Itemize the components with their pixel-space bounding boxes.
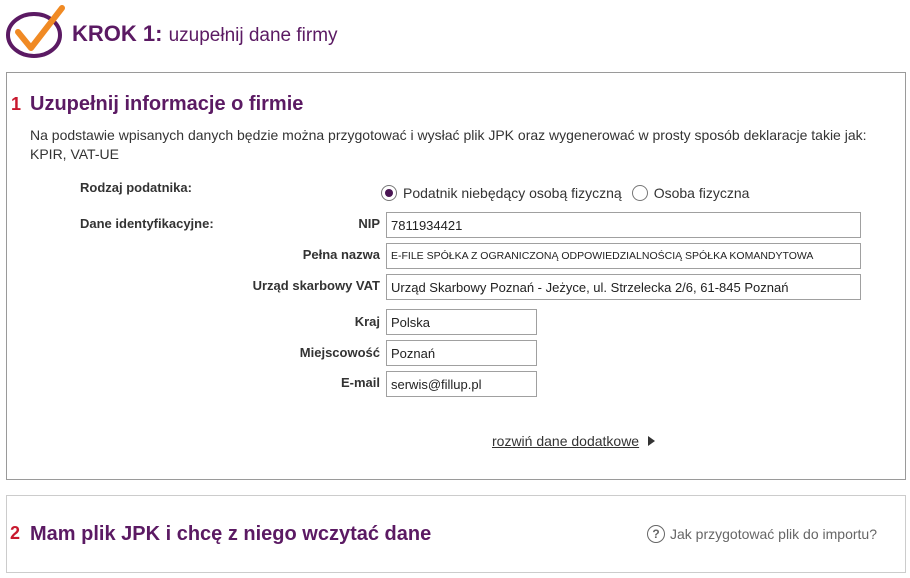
radio-unselected-icon[interactable] [631,185,648,201]
import-help-link[interactable]: ? Jak przygotować plik do importu? [647,525,877,543]
radio-selected-icon[interactable] [381,185,397,201]
section-number: 2 [10,523,21,543]
section-description: Na podstawie wpisanych danych będzie moż… [30,127,867,162]
header: KROK 1: uzupełnij dane firmy [0,0,910,68]
nip-label: NIP [358,216,380,231]
tax-office-label: Urząd skarbowy VAT [252,278,380,293]
taxpayer-type-radio-group: Podatnik niebędący osobą fizyczną Osoba … [381,185,759,201]
help-link-label: Jak przygotować plik do importu? [670,526,877,542]
nip-input[interactable] [386,212,861,238]
expand-link-label: rozwiń dane dodatkowe [492,433,640,449]
checkmark-logo-icon [6,5,65,58]
full-name-label: Pełna nazwa [302,247,380,262]
section-title: Uzupełnij informacje o firmie [30,93,304,115]
tax-office-input[interactable] [386,274,861,300]
country-input[interactable] [386,309,537,335]
country-label: Kraj [354,314,380,329]
section-number: 1 [11,94,22,114]
company-info-panel: 1 Uzupełnij informacje o firmie Na podst… [6,72,906,480]
question-mark-icon: ? [647,525,665,543]
full-name-input[interactable] [386,243,861,269]
radio-natural-person[interactable]: Osoba fizyczna [631,185,750,201]
jpk-import-panel: 2 Mam plik JPK i chcę z niego wczytać da… [6,495,906,573]
radio-label: Podatnik niebędący osobą fizyczną [403,185,622,201]
page-title: KROK 1: uzupełnij dane firmy [72,21,338,47]
step-label: KROK 1: [72,21,163,46]
section-title: Mam plik JPK i chcę z niego wczytać dane [30,523,432,545]
email-label: E-mail [340,375,380,390]
radio-label: Osoba fizyczna [653,185,750,201]
expand-additional-data-link[interactable]: rozwiń dane dodatkowe [492,433,656,449]
city-label: Miejscowość [299,345,380,360]
triangle-right-icon [648,436,656,446]
email-input[interactable] [386,371,537,397]
step-text: uzupełnij dane firmy [168,25,338,46]
city-input[interactable] [386,340,537,366]
taxpayer-type-label: Rodzaj podatnika: [80,180,192,195]
radio-non-natural-person[interactable]: Podatnik niebędący osobą fizyczną [381,185,622,201]
